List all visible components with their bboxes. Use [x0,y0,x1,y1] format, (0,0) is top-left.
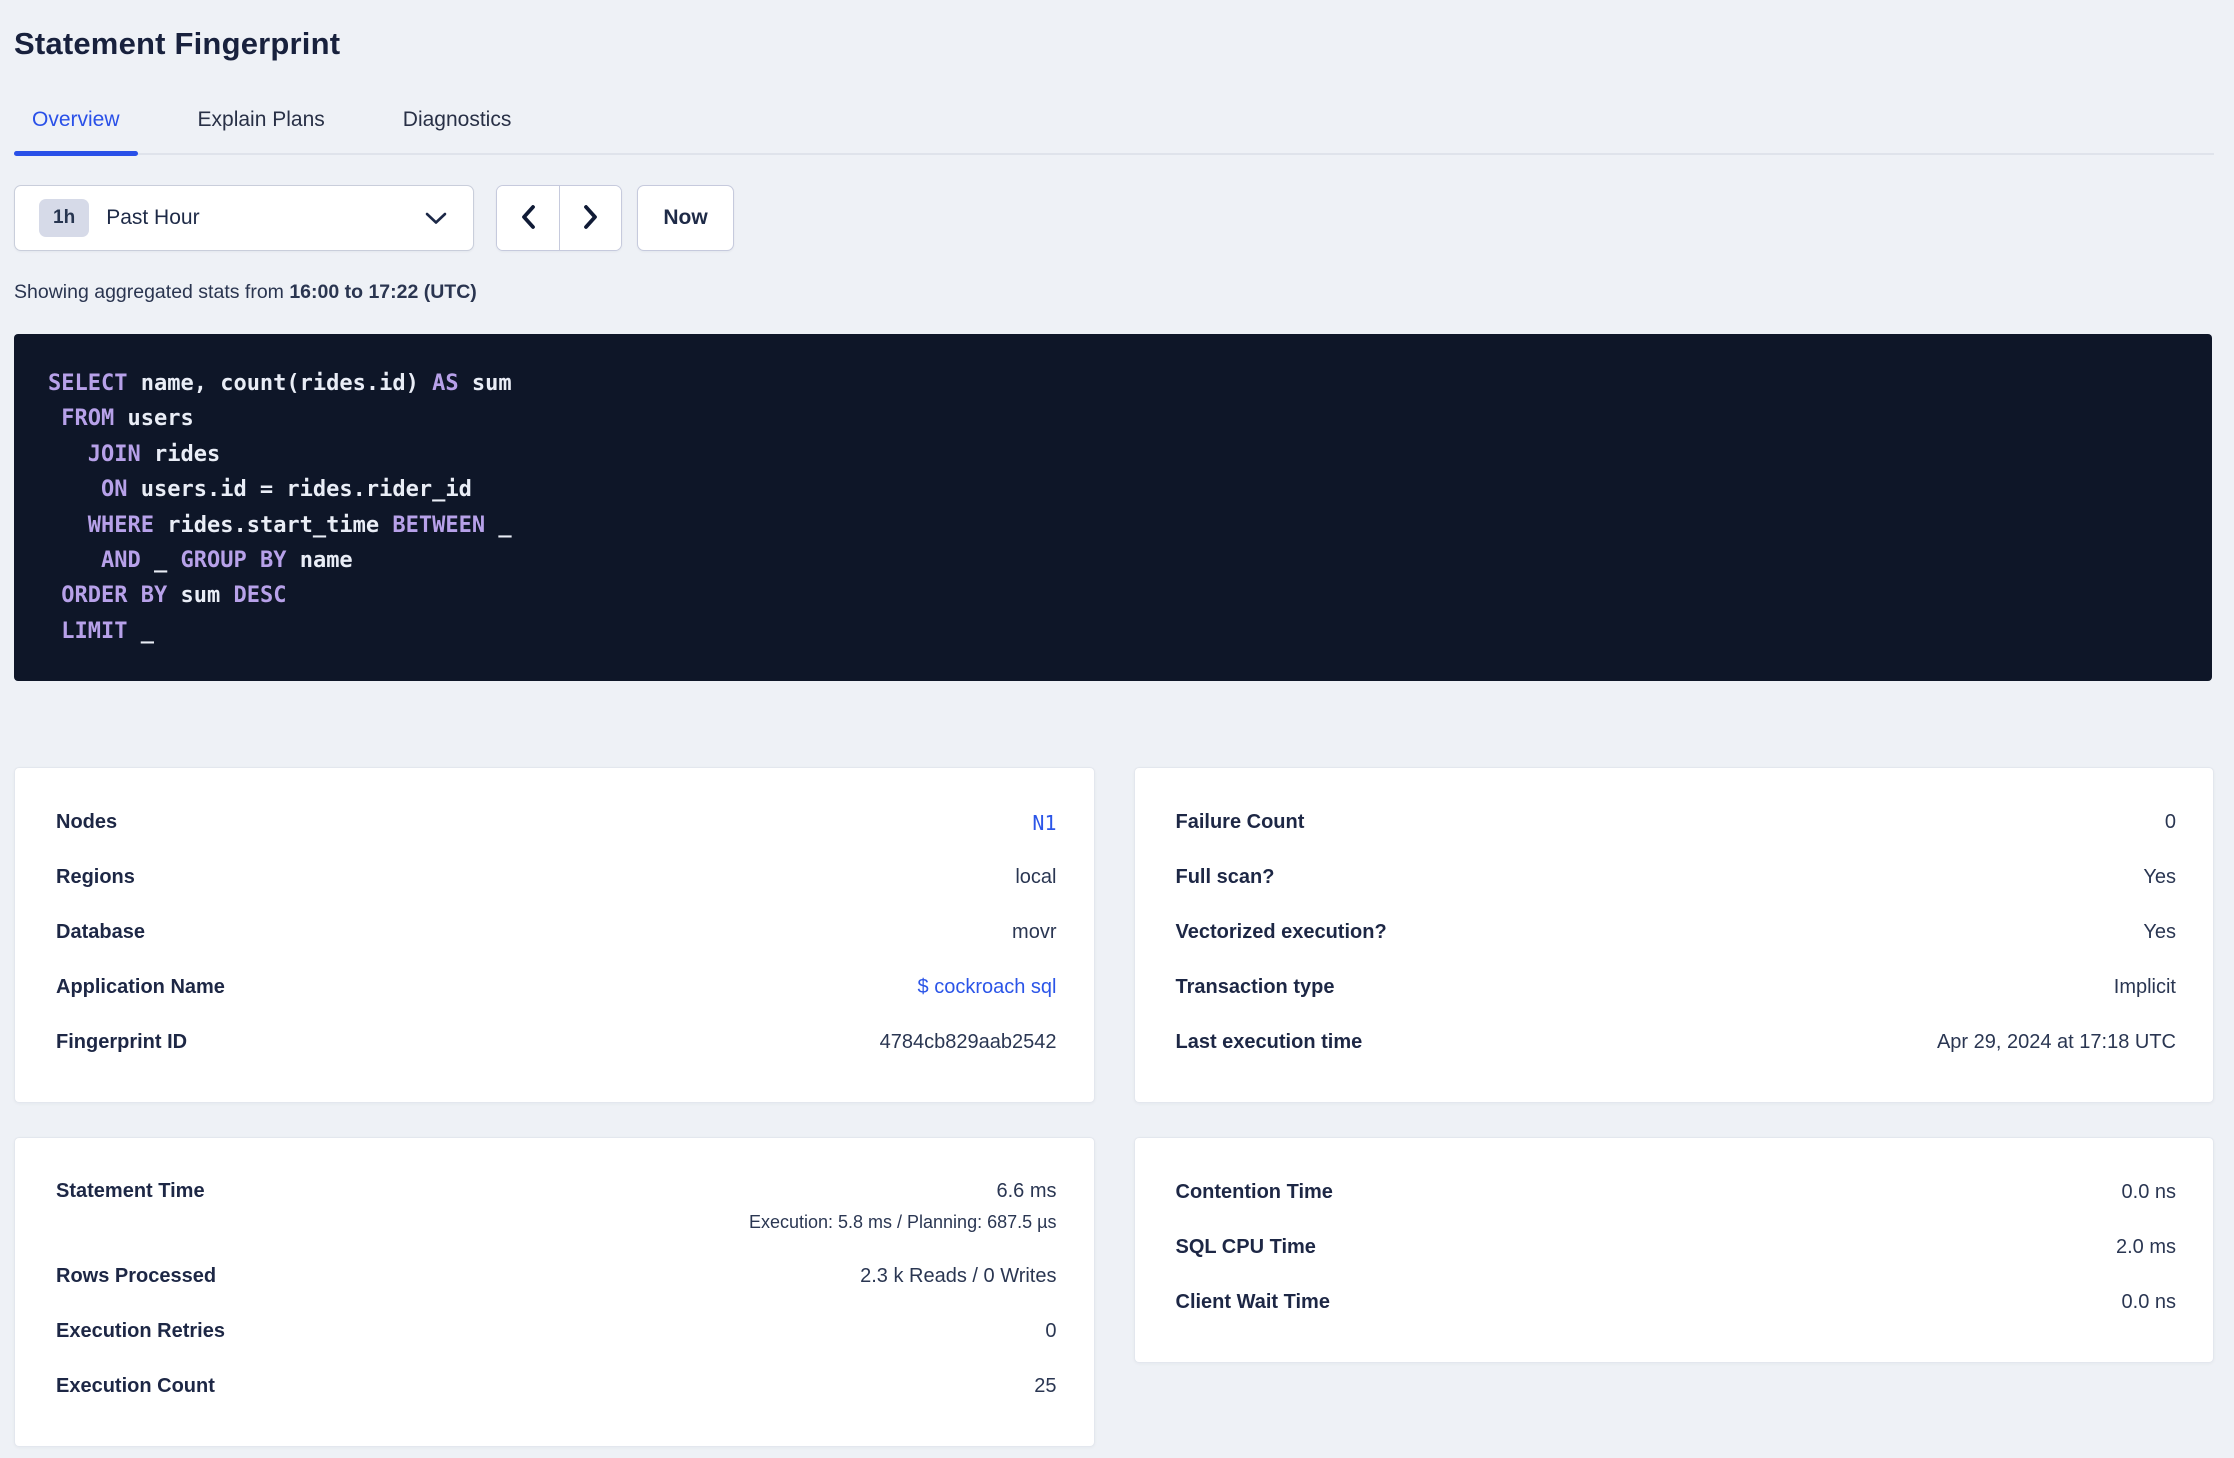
stat-value: Yes [2143,921,2176,944]
stat-value: 2.0 ms [2115,1236,2176,1259]
chevron-left-icon [520,204,536,233]
time-nav-group [496,185,622,251]
stat-row-last-execution-time: Last execution time Apr 29, 2024 at 17:18… [1176,1015,2177,1070]
stat-label: Database [56,921,145,944]
timing-card: Statement Time 6.6 ms Execution: 5.8 ms / … [14,1137,1095,1448]
stat-value: Yes [2143,866,2176,889]
stat-row-vectorized-execution: Vectorized execution? Yes [1176,905,2177,960]
stat-row-database: Database movr [56,905,1057,960]
prev-time-button[interactable] [497,186,559,250]
stat-value: 6.6 ms [996,1180,1057,1203]
stat-label: Application Name [56,976,225,999]
stat-row-fingerprint-id: Fingerprint ID 4784cb829aab2542 [56,1015,1057,1070]
sql-line: FROM users [61,406,194,432]
stat-label: Failure Count [1175,811,1305,834]
contention-card: Contention Time 0.0 ns SQL CPU Time 2.0 ms C… [1133,1137,2214,1364]
stat-label: Client Wait Time [1175,1291,1330,1314]
stat-row-rows-processed: Rows Processed 2.3 k Reads / 0 Writes [56,1249,1057,1304]
stat-label: Last execution time [1175,1031,1363,1054]
stat-value: Implicit [2113,976,2176,999]
sql-line: JOIN rides [87,441,221,467]
stat-value: 2.3 k Reads / 0 Writes [860,1265,1057,1288]
stat-row-contention-time: Contention Time 0.0 ns [1176,1165,2177,1220]
stat-value: 0.0 ns [2121,1291,2176,1314]
stat-label: Nodes [56,811,118,834]
stat-row-client-wait-time: Client Wait Time 0.0 ns [1176,1275,2177,1330]
stat-label: Regions [56,866,135,889]
stat-label: Fingerprint ID [56,1031,188,1054]
details-card-left: Nodes N1 Regions local Database movr Applicati… [14,767,1095,1104]
nodes-link[interactable]: N1 [1032,811,1056,835]
stat-row-execution-count: Execution Count 25 [56,1359,1057,1414]
time-range-dropdown[interactable]: 1h Past Hour [14,185,474,251]
stat-value: movr [1012,921,1057,944]
chevron-down-icon [425,212,447,225]
sql-line: ON users.id = rides.rider_id [100,477,472,503]
stat-label: Execution Retries [56,1320,225,1343]
stat-label: Execution Count [56,1375,215,1398]
details-card-right: Failure Count 0 Full scan? Yes Vectorized ex… [1133,767,2214,1104]
time-range-label: Past Hour [106,206,200,229]
stat-row-full-scan: Full scan? Yes [1176,850,2177,905]
tab-diagnostics[interactable]: Diagnostics [385,108,530,153]
stat-label: Statement Time [56,1180,205,1203]
stat-label: Vectorized execution? [1175,921,1387,944]
metrics-cards-row: Statement Time 6.6 ms Execution: 5.8 ms / … [14,1137,2214,1448]
next-time-button[interactable] [559,186,621,250]
stat-row-nodes: Nodes N1 [56,795,1057,850]
page-title: Statement Fingerprint [14,26,341,61]
sql-line: SELECT name, count(rides.id) AS sum [48,371,512,396]
interval-badge: 1h [39,199,90,237]
stat-value: 0.0 ns [2121,1181,2176,1204]
stat-value: Apr 29, 2024 at 17:18 UTC [1936,1031,2176,1054]
tab-explain-plans[interactable]: Explain Plans [180,108,343,153]
stat-label: Rows Processed [56,1265,217,1288]
stat-label: Contention Time [1175,1181,1333,1204]
sql-line: WHERE rides.start_time BETWEEN _ [87,512,512,538]
sql-statement-code: SELECT name, count(rides.id) AS sum FROM… [48,366,2178,649]
aggregated-stats-prefix: Showing aggregated stats from [14,281,284,303]
stat-row-regions: Regions local [56,850,1057,905]
aggregated-stats-note: Showing aggregated stats from 16:00 to 1… [14,281,2214,304]
statement-fingerprint-page: Statement Fingerprint Overview Explain Pl… [0,0,2234,1448]
stat-value: 25 [1034,1375,1057,1398]
time-selector-row: 1h Past Hour Now [14,185,2214,251]
stat-row-failure-count: Failure Count 0 [1176,795,2177,850]
stat-value: 0 [2164,811,2176,834]
sql-line: LIMIT _ [61,618,154,644]
sql-statement-box: SELECT name, count(rides.id) AS sum FROM… [14,334,2212,682]
stat-row-transaction-type: Transaction type Implicit [1176,960,2177,1015]
sql-line: AND _ GROUP BY name [100,548,353,574]
tab-overview[interactable]: Overview [14,108,138,156]
stat-subvalue: Execution: 5.8 ms / Planning: 687.5 µs [748,1212,1057,1233]
stat-label: Full scan? [1175,866,1275,889]
stat-row-execution-retries: Execution Retries 0 [56,1304,1057,1359]
stat-row-application-name: Application Name $ cockroach sql [56,960,1057,1015]
stat-row-statement-time: Statement Time 6.6 ms Execution: 5.8 ms / … [56,1165,1057,1249]
stat-value: local [1015,866,1057,889]
chevron-right-icon [583,204,599,233]
application-name-link[interactable]: $ cockroach sql [918,976,1057,999]
sql-line: ORDER BY sum DESC [61,583,287,609]
tab-bar: Overview Explain Plans Diagnostics [14,108,2214,156]
aggregated-stats-range: 16:00 to 17:22 (UTC) [289,281,477,303]
details-cards-row: Nodes N1 Regions local Database movr Applicati… [14,767,2214,1104]
stat-value: 4784cb829aab2542 [879,1031,1057,1054]
stat-value: 0 [1045,1320,1057,1343]
stat-label: Transaction type [1175,976,1335,999]
now-button[interactable]: Now [637,185,734,251]
stat-row-sql-cpu-time: SQL CPU Time 2.0 ms [1176,1220,2177,1275]
stat-label: SQL CPU Time [1175,1236,1316,1259]
